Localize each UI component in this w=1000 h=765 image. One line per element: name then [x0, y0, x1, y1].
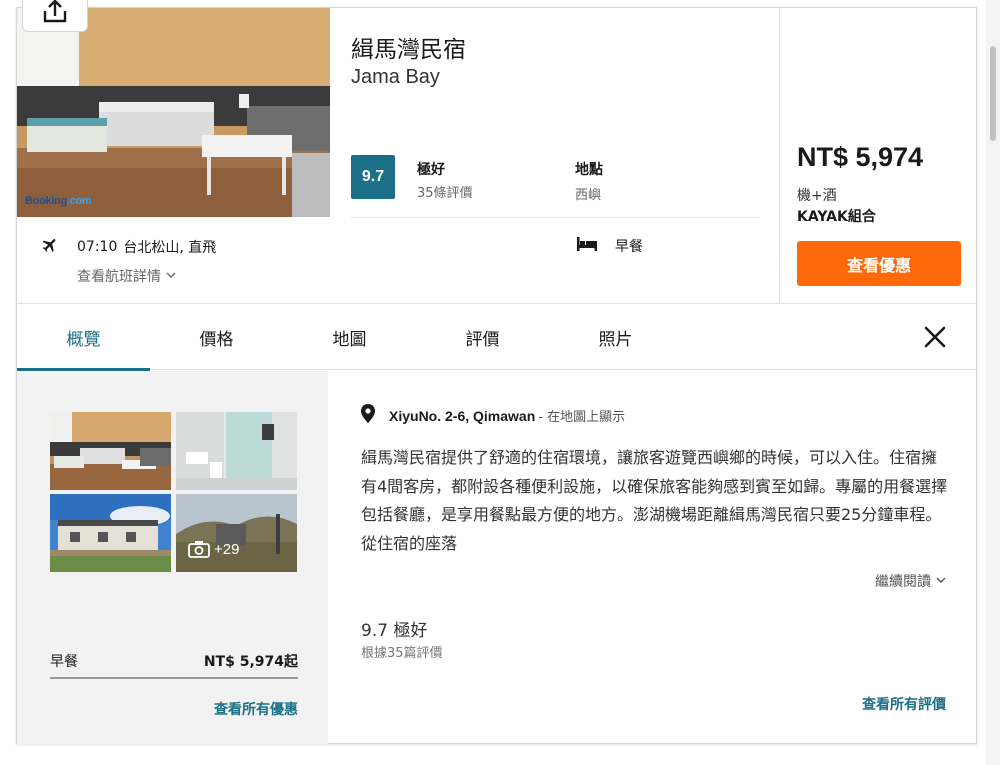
offer-divider	[50, 677, 298, 679]
price-panel: NT$ 5,974 機+酒 KAYAK組合 查看優惠	[779, 8, 976, 303]
amenity-info: 早餐	[577, 236, 643, 256]
close-button[interactable]	[918, 320, 952, 354]
view-all-reviews-link[interactable]: 查看所有評價	[862, 694, 946, 714]
rating-score-badge: 9.7	[351, 155, 395, 199]
close-icon	[924, 326, 946, 348]
address-row: XiyuNo. 2-6, Qimawan - 在地圖上顯示	[361, 404, 625, 427]
hotel-summary: Booking.com 緝馬灣民宿 Jama Bay 9.7 極好 35條評價 …	[17, 8, 976, 304]
scrollbar-thumb[interactable]	[990, 46, 996, 141]
amenity-label: 早餐	[615, 239, 643, 255]
rating-count[interactable]: 35條評價	[417, 182, 473, 201]
show-on-map-link[interactable]: - 在地圖上顯示	[538, 406, 625, 425]
booking-logo: Booking.com	[25, 195, 92, 207]
photos-offers-panel: +29 早餐 NT$ 5,974起 查看所有優惠	[17, 371, 328, 744]
tab-map[interactable]: 地圖	[283, 304, 416, 370]
read-more-label: 繼續閱讀	[875, 574, 931, 590]
location-pin-icon	[361, 404, 375, 427]
flight-details-link[interactable]: 查看航班詳情	[77, 266, 176, 286]
more-photos-overlay[interactable]: +29	[188, 540, 239, 558]
hotel-name[interactable]: 緝馬灣民宿	[351, 30, 466, 64]
camera-icon	[188, 541, 210, 558]
more-photos-count: +29	[214, 540, 240, 558]
rating-label: 極好	[417, 162, 445, 178]
price: NT$ 5,974	[797, 142, 924, 172]
tab-photos[interactable]: 照片	[549, 304, 682, 370]
address-text: XiyuNo. 2-6, Qimawan	[389, 407, 536, 424]
photo-thumbnail-bathroom[interactable]	[176, 412, 297, 490]
review-count-summary: 根據35篇評價	[361, 646, 443, 661]
tab-prices[interactable]: 價格	[150, 304, 283, 370]
location-label: 地點	[575, 162, 603, 178]
bed-icon	[577, 237, 597, 255]
photo-thumbnail-room[interactable]	[50, 412, 171, 490]
view-all-deals-link[interactable]: 查看所有優惠	[17, 699, 298, 719]
chevron-down-icon	[166, 268, 176, 284]
share-button[interactable]	[22, 0, 88, 32]
read-more-link[interactable]: 繼續閱讀	[875, 571, 946, 591]
hotel-hero-image[interactable]: Booking.com	[17, 8, 330, 217]
review-score-summary: 9.7 極好	[361, 621, 428, 641]
flight-info: 07:10 台北松山, 直飛	[41, 236, 216, 258]
tab-reviews[interactable]: 評價	[416, 304, 549, 370]
page-scrollbar[interactable]	[986, 0, 1000, 765]
location-value: 西嶼	[575, 188, 602, 203]
photo-thumbnail-landscape[interactable]: +29	[176, 494, 297, 572]
view-deal-button[interactable]: 查看優惠	[797, 241, 961, 286]
price-type: 機+酒	[797, 188, 837, 204]
airplane-icon	[41, 236, 61, 258]
breakfast-offer-row[interactable]: 早餐 NT$ 5,974起	[50, 651, 298, 671]
hotel-description: 緝馬灣民宿提供了舒適的住宿環境，讓旅客遊覽西嶼鄉的時候，可以入住。住宿擁有4間客…	[361, 448, 948, 553]
chevron-down-icon	[936, 573, 946, 589]
breakfast-offer-price: NT$ 5,974起	[203, 654, 298, 670]
detail-tabs: 概覽 價格 地圖 評價 照片	[17, 304, 976, 371]
share-icon	[43, 0, 67, 22]
breakfast-offer-label: 早餐	[50, 654, 78, 670]
price-provider: KAYAK組合	[797, 209, 876, 225]
photo-thumbnail-exterior[interactable]	[50, 494, 171, 572]
hotel-card: Booking.com 緝馬灣民宿 Jama Bay 9.7 極好 35條評價 …	[16, 7, 977, 744]
info-divider	[351, 217, 759, 218]
tab-overview[interactable]: 概覽	[17, 304, 150, 371]
flight-route: 台北松山, 直飛	[123, 240, 217, 256]
hotel-name-english: Jama Bay	[351, 66, 440, 88]
flight-time: 07:10	[77, 239, 118, 255]
flight-details-label: 查看航班詳情	[77, 269, 161, 285]
